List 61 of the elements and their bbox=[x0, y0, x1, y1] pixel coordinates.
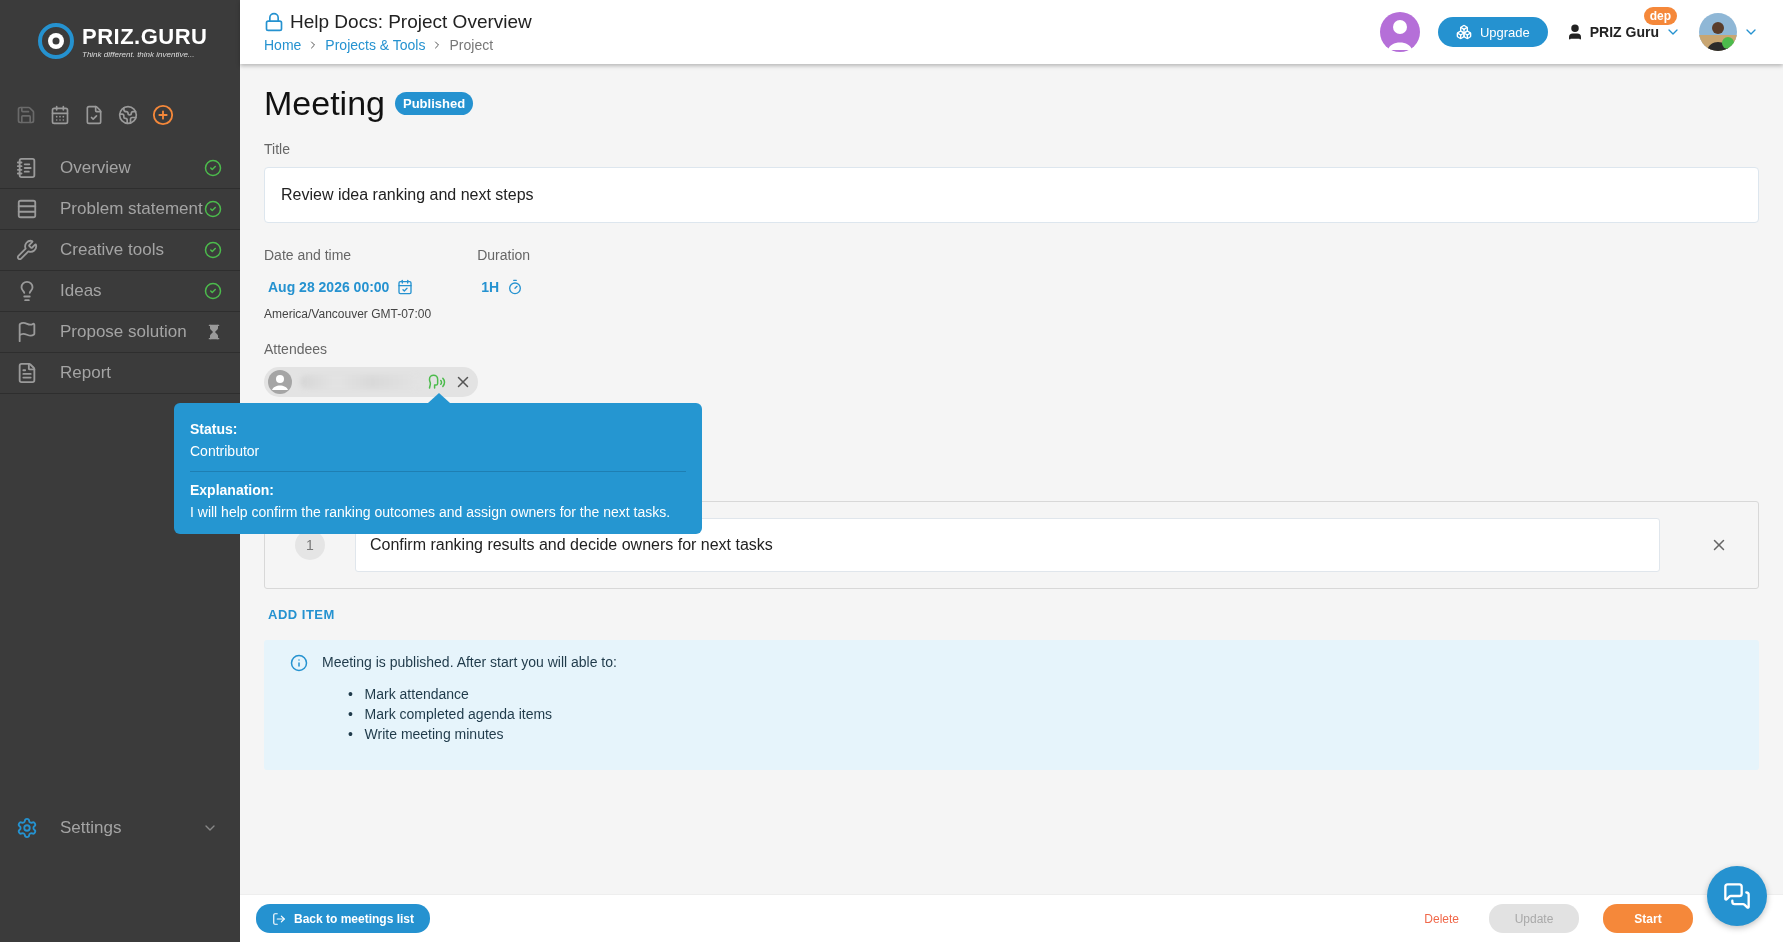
user-name[interactable]: PRIZ Guru bbox=[1589, 24, 1659, 40]
logo-text: PRIZ.GURU bbox=[82, 23, 208, 50]
chat-icon bbox=[1723, 882, 1751, 910]
tooltip-label: Status: bbox=[190, 421, 238, 437]
globe-icon[interactable] bbox=[118, 105, 138, 125]
duration-picker[interactable]: 1H bbox=[477, 275, 531, 299]
boxes-icon bbox=[1455, 24, 1472, 40]
file-icon bbox=[16, 362, 38, 384]
wrench-icon bbox=[16, 239, 38, 261]
info-icon bbox=[290, 654, 308, 672]
list-item: • Mark completed agenda items bbox=[348, 705, 553, 724]
list-icon bbox=[16, 198, 38, 220]
field-label: Attendees bbox=[264, 341, 329, 357]
document-icon bbox=[16, 157, 38, 179]
exit-icon bbox=[272, 911, 286, 926]
list-item: • Write meeting minutes bbox=[348, 725, 504, 744]
file-check-icon[interactable] bbox=[84, 105, 104, 125]
field-label: Date and time bbox=[264, 247, 353, 263]
sidebar-item[interactable]: Report bbox=[0, 353, 240, 394]
sidebar-item[interactable]: Creative tools bbox=[0, 230, 240, 271]
date-picker[interactable]: Aug 28 2026 00:00 bbox=[264, 275, 432, 299]
field-label: Title bbox=[264, 141, 291, 157]
avatar-icon[interactable] bbox=[1379, 12, 1420, 52]
avatar-icon bbox=[268, 370, 292, 394]
sidebar-item[interactable]: Propose solution bbox=[0, 312, 240, 353]
breadcrumb-current: Project bbox=[449, 37, 494, 53]
start-button[interactable]: Start bbox=[1603, 904, 1693, 933]
upgrade-button[interactable]: Upgrade bbox=[1437, 17, 1548, 47]
page-heading: Meeting bbox=[264, 84, 385, 123]
list-item: • Mark attendance bbox=[348, 685, 469, 704]
info-text: Meeting is published. After start you will able to: bbox=[322, 654, 617, 670]
save-icon[interactable] bbox=[16, 105, 36, 125]
tooltip-text: I will help confirm the ranking outcomes and assign owners for the next tasks. bbox=[190, 504, 671, 520]
breadcrumb-link[interactable]: Projects & Tools bbox=[325, 37, 426, 53]
flag-icon bbox=[16, 321, 38, 343]
tooltip-text: Contributor bbox=[190, 443, 260, 459]
logo-icon bbox=[36, 21, 76, 61]
calendar-icon bbox=[397, 279, 414, 295]
field-label: Duration bbox=[477, 247, 531, 263]
delete-button[interactable]: Delete bbox=[1418, 910, 1465, 927]
tooltip-label: Explanation: bbox=[190, 482, 274, 498]
add-icon[interactable] bbox=[152, 104, 174, 126]
timer-icon bbox=[507, 279, 524, 295]
logo-tagline: Think different. think inventive... bbox=[82, 49, 196, 59]
page-title: Help Docs: Project Overview bbox=[290, 11, 532, 33]
lock-icon bbox=[264, 12, 284, 32]
sidebar-item[interactable]: Problem statement bbox=[0, 189, 240, 230]
settings-menu[interactable]: Settings bbox=[0, 808, 240, 848]
back-button[interactable]: Back to meetings list bbox=[256, 904, 431, 933]
sidebar-item[interactable]: Ideas bbox=[0, 271, 240, 312]
sidebar-item[interactable]: Overview bbox=[0, 148, 240, 189]
calendar-icon[interactable] bbox=[50, 105, 70, 125]
settings-icon bbox=[16, 817, 38, 839]
chat-button[interactable] bbox=[1707, 866, 1767, 926]
status-badge: Published bbox=[394, 92, 474, 115]
speaker-person-icon bbox=[428, 373, 446, 391]
breadcrumb-link[interactable]: Home bbox=[264, 37, 302, 53]
title-field[interactable]: Review idea ranking and next steps bbox=[264, 167, 1759, 223]
add-item-button[interactable]: ADD ITEM bbox=[264, 603, 339, 626]
badge: dep bbox=[1643, 7, 1678, 25]
timezone-text: America/Vancouver GMT-07:00 bbox=[264, 307, 432, 321]
